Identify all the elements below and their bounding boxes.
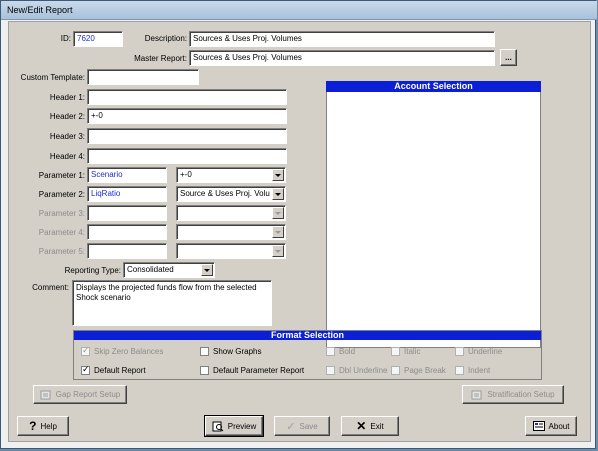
indent-checkbox (455, 366, 464, 375)
chevron-down-icon[interactable] (272, 169, 284, 181)
parameter1-name-field[interactable]: Scenario (87, 167, 167, 183)
save-label: Save (299, 421, 318, 431)
parameter2-value: Source & Uses Proj. Volum (180, 189, 270, 198)
format-selection-panel: Format Selection Skip Zero Balances Show… (73, 330, 542, 380)
description-field[interactable]: Sources & Uses Proj. Volumes (189, 31, 495, 47)
magnifier-icon (212, 421, 224, 431)
bold-checkbox (326, 347, 335, 356)
close-icon: ✕ (356, 419, 367, 433)
default-parameter-report-label: Default Parameter Report (213, 366, 305, 375)
help-button[interactable]: ? Help (17, 416, 69, 436)
master-report-browse-button[interactable]: ... (500, 49, 517, 66)
chevron-down-icon[interactable] (201, 264, 213, 276)
chevron-down-icon[interactable] (272, 188, 284, 200)
account-selection-list[interactable] (326, 81, 541, 348)
reporting-type-value: Consolidated (127, 265, 174, 274)
underline-checkbox (455, 347, 464, 356)
parameter3-value-combo (176, 205, 286, 221)
header1-label: Header 1: (49, 93, 85, 102)
parameter4-value-combo (176, 224, 286, 240)
header2-field[interactable]: +-0 (87, 108, 287, 124)
parameter3-label: Parameter 3: (38, 209, 85, 218)
chevron-down-icon (272, 226, 284, 238)
chevron-down-icon (272, 207, 284, 219)
parameter5-label: Parameter 5: (38, 247, 85, 256)
parameter5-value-combo (176, 243, 286, 259)
preview-label: Preview (227, 421, 257, 431)
dbl-underline-checkbox (326, 366, 335, 375)
report-form: ID: 7620 Description: Sources & Uses Pro… (8, 21, 591, 442)
id-field[interactable]: 7620 (73, 31, 123, 47)
parameter2-name-field[interactable]: LiqRatio (87, 186, 167, 202)
underline-label: Underline (468, 347, 503, 356)
stratification-setup-button: Stratification Setup (462, 385, 564, 404)
gap-report-setup-label: Gap Report Setup (55, 390, 121, 399)
comment-field[interactable]: Displays the projected funds flow from t… (72, 280, 272, 326)
chevron-down-icon (272, 245, 284, 257)
save-button: ✓ Save (274, 416, 330, 436)
custom-template-label: Custom Template: (20, 73, 85, 82)
header1-field[interactable] (87, 89, 287, 105)
parameter1-label: Parameter 1: (38, 171, 85, 180)
master-report-label: Master Report: (134, 54, 187, 63)
indent-label: Indent (468, 366, 491, 375)
parameter5-name-field (87, 243, 167, 259)
skip-zero-balances-checkbox (81, 345, 90, 356)
report-window: New/Edit Report ID: 7620 Description: So… (0, 0, 597, 449)
show-graphs-label: Show Graphs (213, 347, 262, 356)
default-report-label: Default Report (94, 366, 146, 375)
exit-label: Exit (370, 421, 384, 431)
comment-label: Comment: (32, 283, 69, 292)
account-selection-title: Account Selection (326, 81, 541, 92)
format-selection-title: Format Selection (74, 331, 541, 340)
header3-field[interactable] (87, 128, 287, 144)
header3-label: Header 3: (49, 132, 85, 141)
parameter1-value-combo[interactable]: +-0 (176, 167, 286, 183)
italic-checkbox (391, 347, 400, 356)
header4-field[interactable] (87, 148, 287, 164)
master-report-field[interactable]: Sources & Uses Proj. Volumes (189, 50, 495, 66)
parameter1-value: +-0 (180, 170, 192, 179)
checkmark-icon: ✓ (286, 420, 296, 433)
help-label: Help (40, 421, 57, 431)
custom-template-field[interactable] (87, 69, 199, 85)
page-break-checkbox (391, 366, 400, 375)
exit-button[interactable]: ✕ Exit (341, 416, 399, 436)
page-break-label: Page Break (404, 366, 446, 375)
gap-report-setup-button: Gap Report Setup (33, 385, 127, 404)
header2-label: Header 2: (49, 112, 85, 121)
show-graphs-checkbox[interactable] (200, 347, 209, 356)
dbl-underline-label: Dbl Underline (339, 366, 388, 375)
default-report-checkbox[interactable] (81, 364, 90, 375)
reporting-type-label: Reporting Type: (64, 266, 121, 275)
skip-zero-balances-label: Skip Zero Balances (94, 347, 164, 356)
reporting-type-combo[interactable]: Consolidated (123, 262, 215, 278)
parameter2-value-combo[interactable]: Source & Uses Proj. Volum (176, 186, 286, 202)
title-bar[interactable]: New/Edit Report (1, 1, 597, 20)
bold-label: Bold (339, 347, 356, 356)
description-label: Description: (144, 34, 187, 43)
question-mark-icon: ? (29, 419, 37, 433)
parameter3-name-field (87, 205, 167, 221)
about-label: About (548, 421, 570, 431)
parameter4-name-field (87, 224, 167, 240)
report-icon (40, 390, 51, 399)
preview-button[interactable]: Preview (204, 415, 264, 437)
italic-label: Italic (404, 347, 421, 356)
stratification-setup-label: Stratification Setup (487, 390, 555, 399)
header4-label: Header 4: (49, 152, 85, 161)
parameter4-label: Parameter 4: (38, 228, 85, 237)
default-parameter-report-checkbox[interactable] (200, 366, 209, 375)
parameter2-label: Parameter 2: (38, 190, 85, 199)
window-title: New/Edit Report (7, 5, 73, 15)
about-button[interactable]: About (525, 416, 577, 436)
id-label: ID: (60, 34, 71, 43)
info-icon (532, 421, 545, 431)
report-icon (471, 390, 482, 399)
